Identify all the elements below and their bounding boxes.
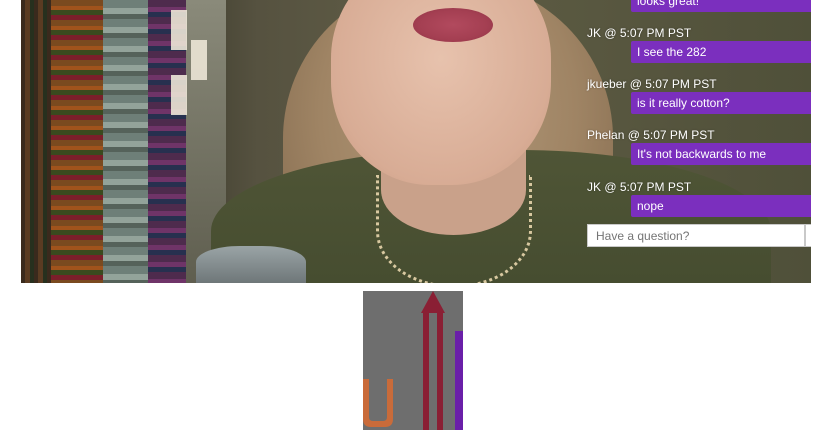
clothing-rack (21, 0, 51, 283)
chat-message-bubble: is it really cotton? (631, 92, 811, 114)
chat-message-bubble: looks great! (631, 0, 811, 12)
chat-message-bubble: nope (631, 195, 811, 217)
video-player[interactable]: looks great! JK @ 5:07 PM PST I see the … (21, 0, 811, 283)
price-tag (171, 10, 187, 50)
presenter-necklace (376, 175, 532, 283)
price-tag (171, 75, 187, 115)
send-arrow-icon (810, 229, 811, 243)
price-tag (191, 40, 207, 80)
microphone (196, 246, 306, 283)
chat-message-author: JK @ 5:07 PM PST (587, 180, 692, 194)
chat-message-author: jkueber @ 5:07 PM PST (587, 77, 717, 91)
chat-message-bubble: I see the 282 (631, 41, 811, 63)
clothing-rack (51, 0, 103, 283)
clothing-rack (103, 0, 148, 283)
chat-overlay: looks great! JK @ 5:07 PM PST I see the … (587, 0, 811, 283)
chat-message-author: Phelan @ 5:07 PM PST (587, 128, 715, 142)
send-button[interactable] (805, 224, 811, 247)
chat-message-author: JK @ 5:07 PM PST (587, 26, 692, 40)
presenter-lips (413, 8, 493, 42)
chat-message-bubble: It's not backwards to me (631, 143, 811, 165)
brand-logo (363, 291, 463, 430)
question-input[interactable] (587, 224, 805, 247)
logo-mark-icon (363, 291, 463, 430)
